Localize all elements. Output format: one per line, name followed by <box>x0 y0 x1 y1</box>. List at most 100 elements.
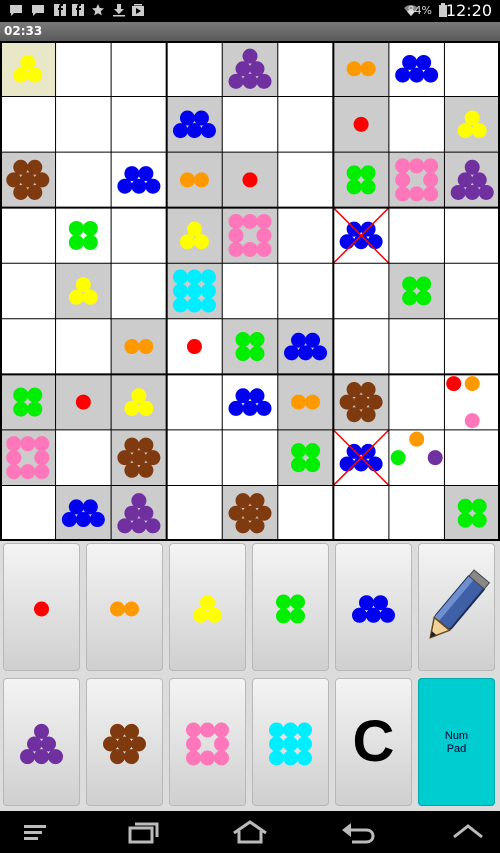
key-color-9[interactable] <box>252 678 329 806</box>
cell-value-dot <box>464 110 480 126</box>
key-color-1[interactable] <box>3 543 80 671</box>
key-dot <box>110 723 125 739</box>
board-cell[interactable] <box>444 41 500 97</box>
board-cell[interactable] <box>277 263 334 319</box>
key-color-4[interactable] <box>252 543 329 671</box>
board-cell[interactable] <box>277 96 334 153</box>
cell-value-dot <box>68 289 84 305</box>
color-7-icon <box>103 723 146 765</box>
board-cell[interactable] <box>333 263 389 319</box>
board-cell[interactable] <box>277 41 334 97</box>
cell-value-dot <box>179 110 195 126</box>
key-dot <box>380 607 395 623</box>
cell-value-dot <box>61 512 77 528</box>
board-cell[interactable] <box>0 374 56 430</box>
board-cell[interactable] <box>388 485 445 541</box>
board-cell[interactable] <box>111 41 167 97</box>
key-dot <box>131 736 146 752</box>
board-cell[interactable] <box>222 429 278 486</box>
cell-value-dot <box>402 276 418 292</box>
key-color-2[interactable] <box>86 543 163 671</box>
menu-icon[interactable] <box>18 819 58 845</box>
cell-value-dot <box>172 269 188 285</box>
board-cell[interactable] <box>0 96 56 153</box>
cell-value-dot <box>89 512 105 528</box>
board-cell[interactable] <box>166 429 223 486</box>
board-cell[interactable] <box>388 318 445 375</box>
cell-value-dot <box>27 184 43 200</box>
board-cell[interactable] <box>333 485 389 541</box>
board-cell[interactable] <box>277 429 334 486</box>
cell-value-dot <box>124 166 140 182</box>
cell-value-dot <box>193 172 209 188</box>
board-cell[interactable] <box>0 485 56 541</box>
board-cell[interactable] <box>333 318 389 375</box>
board-cell[interactable] <box>277 207 334 264</box>
board-cell[interactable] <box>444 207 500 264</box>
cell-value-dot <box>131 518 147 534</box>
key-dot <box>283 722 298 738</box>
cell-value-dot <box>242 48 258 64</box>
cell-value-dot <box>423 67 439 83</box>
board-cell[interactable] <box>444 263 500 319</box>
key-color-3[interactable] <box>169 543 246 671</box>
board-cell[interactable] <box>388 263 445 319</box>
key-color-7[interactable] <box>86 678 163 806</box>
board-cell[interactable] <box>444 485 500 541</box>
numpad-toggle-button[interactable]: Num Pad <box>418 678 495 806</box>
board-cell[interactable] <box>388 96 445 153</box>
board-cell[interactable] <box>166 41 223 97</box>
home-icon[interactable] <box>230 819 270 845</box>
clear-button[interactable]: C <box>335 678 412 806</box>
sudoku-board <box>0 41 500 541</box>
cell-value-dot <box>186 283 202 299</box>
board-cell[interactable] <box>166 374 223 430</box>
board-cell[interactable] <box>277 152 334 208</box>
board-cell[interactable] <box>111 207 167 264</box>
cell-value-dot <box>367 234 383 250</box>
key-dot <box>103 736 118 752</box>
cell-value-dot <box>346 165 362 181</box>
cell-value-dot <box>423 186 439 202</box>
cell-value-dot <box>471 123 487 139</box>
board-cell[interactable] <box>166 485 223 541</box>
board-cell[interactable] <box>222 96 278 153</box>
board-cell[interactable] <box>277 485 334 541</box>
back-icon[interactable] <box>338 819 378 845</box>
cell-value-dot <box>138 437 154 453</box>
cell-value-dot <box>145 518 161 534</box>
pencil-button[interactable] <box>418 543 495 671</box>
key-color-8[interactable] <box>169 678 246 806</box>
board-cell[interactable] <box>55 207 112 264</box>
key-color-6[interactable] <box>3 678 80 806</box>
board-cell[interactable] <box>0 207 56 264</box>
cell-value-dot <box>138 339 154 355</box>
board-cell[interactable] <box>388 207 445 264</box>
board-cell[interactable] <box>388 374 445 430</box>
board-cell[interactable] <box>333 152 389 208</box>
cell-value-dot <box>256 227 272 243</box>
board-cell[interactable] <box>55 41 112 97</box>
board-cell[interactable] <box>444 318 500 375</box>
board-cell[interactable] <box>111 263 167 319</box>
board-cell[interactable] <box>222 318 278 375</box>
cell-value-dot <box>360 165 376 181</box>
board-cell[interactable] <box>444 429 500 486</box>
board-cell[interactable] <box>55 96 112 153</box>
key-color-5[interactable] <box>335 543 412 671</box>
board-cell[interactable] <box>111 96 167 153</box>
board-cell[interactable] <box>55 318 112 375</box>
board-cell[interactable] <box>55 429 112 486</box>
cell-value-dot <box>82 234 98 250</box>
cell-value-dot <box>249 518 265 534</box>
board-cell[interactable] <box>55 152 112 208</box>
key-dot <box>110 749 125 765</box>
board-cell[interactable] <box>0 318 56 375</box>
board-cell[interactable] <box>222 263 278 319</box>
board-cell[interactable] <box>0 263 56 319</box>
recent-apps-icon[interactable] <box>122 819 162 845</box>
cell-value-dot <box>138 166 154 182</box>
cell-value-dot <box>471 498 487 514</box>
up-arrow-icon[interactable] <box>448 819 488 845</box>
key-dot <box>193 607 208 623</box>
